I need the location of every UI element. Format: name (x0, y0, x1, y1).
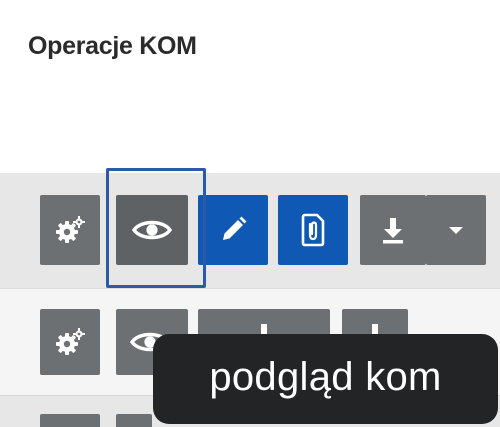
caret-down-icon (449, 226, 463, 234)
attachment-button[interactable] (278, 195, 348, 265)
more-actions-dropdown-button[interactable] (426, 195, 486, 265)
gears-icon (56, 216, 85, 243)
tooltip-text: podgląd kom (209, 354, 442, 399)
eye-icon (132, 220, 172, 240)
edit-button[interactable] (198, 195, 268, 265)
paperclip-file-icon (301, 213, 325, 247)
view-button[interactable] (116, 195, 188, 265)
settings-button[interactable] (40, 309, 100, 375)
tooltip: podgląd kom (153, 334, 498, 424)
pencil-icon (223, 216, 247, 240)
download-button[interactable] (360, 195, 426, 265)
panel-title: Operacje KOM (28, 32, 197, 60)
table-row (0, 173, 500, 288)
download-icon (383, 218, 403, 244)
settings-button[interactable] (40, 195, 100, 265)
page: Operacje KOM podgląd kom (0, 0, 500, 427)
gears-icon (56, 328, 85, 355)
view-button[interactable] (116, 414, 152, 427)
settings-button[interactable] (40, 414, 100, 427)
